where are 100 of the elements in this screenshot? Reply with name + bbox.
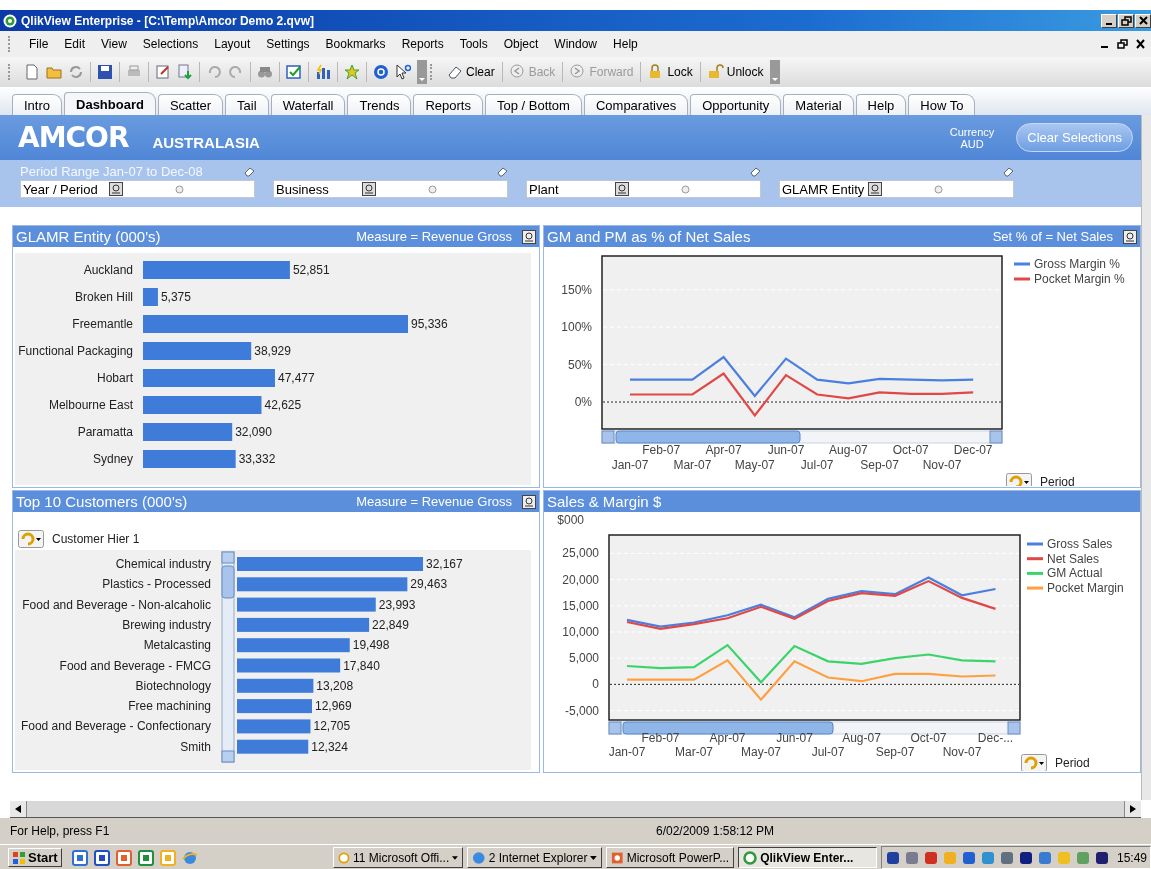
sheet-tab[interactable]: Trends	[347, 94, 412, 115]
start-button[interactable]: Start	[8, 848, 62, 867]
scroll-left-icon[interactable]	[15, 805, 21, 813]
save-icon[interactable]	[97, 64, 113, 80]
bar-chart-icon[interactable]	[315, 64, 331, 80]
search-list-icon[interactable]	[109, 182, 123, 196]
toolbar-button[interactable]: Clear	[443, 64, 499, 80]
folder-icon[interactable]	[46, 64, 62, 80]
detach-icon[interactable]	[522, 229, 536, 244]
eraser-icon[interactable]	[750, 165, 761, 177]
scroll-right-icon[interactable]	[1130, 805, 1136, 813]
checkbox-icon[interactable]	[286, 64, 302, 80]
minimize-button[interactable]	[1101, 13, 1117, 28]
detach-icon[interactable]	[1123, 229, 1137, 244]
sheet-tab[interactable]: Opportunity	[690, 94, 782, 115]
menu-item[interactable]: Layout	[206, 37, 259, 51]
chart-scrollbar[interactable]	[601, 430, 1003, 444]
status-timestamp: 6/02/2009 1:58:12 PM	[656, 824, 776, 838]
sheet-tab[interactable]: Comparatives	[583, 94, 689, 115]
tray-icon[interactable]	[1017, 849, 1034, 866]
app-icon[interactable]	[93, 849, 110, 866]
field-label: Year / Period	[22, 181, 99, 197]
vertical-scrollbar[interactable]	[221, 551, 235, 763]
refresh-icon[interactable]	[68, 64, 84, 80]
list-box[interactable]: Plant	[526, 180, 761, 198]
cycle-group-icon[interactable]	[18, 530, 44, 548]
sheet-tab[interactable]: Top / Bottom	[484, 94, 582, 115]
menu-item[interactable]: Reports	[393, 37, 452, 51]
menu-item[interactable]: Help	[605, 37, 646, 51]
list-box[interactable]: Business	[273, 180, 508, 198]
status-text: For Help, press F1	[10, 824, 111, 838]
globe-icon[interactable]	[181, 849, 198, 866]
tray-icon[interactable]	[1093, 849, 1110, 866]
new-document-icon[interactable]	[24, 64, 40, 80]
menu-item[interactable]: Window	[546, 37, 606, 51]
menu-item[interactable]: Selections	[134, 37, 207, 51]
menu-item[interactable]: Bookmarks	[317, 37, 394, 51]
sheet-tab[interactable]: Reports	[413, 94, 483, 115]
list-box[interactable]: Year / Period	[20, 180, 255, 198]
list-box[interactable]: GLAMR Entity	[779, 180, 1014, 198]
export-icon[interactable]	[177, 64, 193, 80]
bar[interactable]	[237, 719, 311, 734]
sheet-tab[interactable]: How To	[908, 94, 976, 115]
search-list-icon[interactable]	[868, 182, 882, 196]
menu-item[interactable]: View	[93, 37, 135, 51]
detach-icon[interactable]	[522, 494, 536, 509]
star-icon[interactable]	[344, 64, 360, 80]
app-icon[interactable]	[115, 849, 132, 866]
chart-scrollbar[interactable]	[608, 721, 1021, 735]
menu-item[interactable]: Object	[495, 37, 547, 51]
cycle-group-icon[interactable]	[1021, 754, 1047, 771]
toolbar-overflow-icon[interactable]	[770, 60, 781, 84]
search-list-icon[interactable]	[615, 182, 629, 196]
close-icon[interactable]	[1136, 39, 1145, 49]
vertical-scrollbar[interactable]	[1141, 115, 1151, 800]
notepad-icon[interactable]	[155, 64, 171, 80]
search-list-icon[interactable]	[362, 182, 376, 196]
bar[interactable]	[237, 699, 312, 714]
axis-tick-label: Nov-07	[942, 745, 982, 759]
sheet-tab[interactable]: Material	[783, 94, 854, 115]
menu-item[interactable]: Settings	[258, 37, 318, 51]
eraser-icon[interactable]	[497, 165, 508, 177]
taskbar-button[interactable]: 2 Internet Explorer	[467, 847, 603, 868]
help-icon[interactable]	[373, 64, 389, 80]
menu-item[interactable]: File	[21, 37, 57, 51]
binoculars-icon[interactable]	[257, 64, 273, 80]
tray-icon[interactable]	[884, 849, 901, 866]
sheet-tab[interactable]: Help	[855, 94, 907, 115]
taskbar-button[interactable]: 11 Microsoft Offi...	[333, 847, 464, 868]
undo-icon[interactable]	[206, 64, 222, 80]
taskbar-button[interactable]: QlikView Enter...	[738, 847, 877, 868]
restore-icon[interactable]	[1117, 39, 1128, 49]
close-button[interactable]	[1135, 13, 1151, 28]
redo-icon[interactable]	[228, 64, 244, 80]
toolbar-button[interactable]: Unlock	[703, 64, 768, 80]
sheet-tab[interactable]: Dashboard	[64, 92, 156, 115]
restore-button[interactable]	[1118, 13, 1134, 28]
category-label: Functional Packaging	[18, 344, 133, 358]
bar[interactable]	[237, 577, 408, 592]
bar[interactable]	[237, 638, 350, 653]
unlock-icon	[707, 64, 724, 80]
sheet-tab[interactable]: Tail	[225, 94, 269, 115]
horizontal-scrollbar[interactable]	[10, 800, 1141, 818]
taskbar-button[interactable]: Microsoft PowerP...	[606, 847, 735, 868]
sheet-tab[interactable]: Waterfall	[270, 94, 346, 115]
period-range-label: Period Range Jan-07 to Dec-08	[20, 163, 203, 179]
cycle-group-icon[interactable]	[1006, 473, 1032, 486]
app-icon[interactable]	[137, 849, 154, 866]
pointer-help-icon[interactable]	[395, 64, 411, 80]
toolbar-button[interactable]: Lock	[644, 64, 697, 80]
sheet-tab[interactable]: Scatter	[157, 94, 224, 115]
menu-item[interactable]: Tools	[451, 37, 496, 51]
category-label: Smith	[180, 739, 211, 754]
category-label: Free machining	[128, 699, 211, 714]
app-icon[interactable]	[71, 849, 88, 866]
sheet-tab[interactable]: Intro	[12, 94, 62, 115]
menu-item[interactable]: Edit	[56, 37, 94, 51]
eraser-icon[interactable]	[244, 165, 255, 177]
toolbar-overflow-icon[interactable]	[417, 60, 427, 84]
eraser-icon[interactable]	[1003, 165, 1014, 177]
